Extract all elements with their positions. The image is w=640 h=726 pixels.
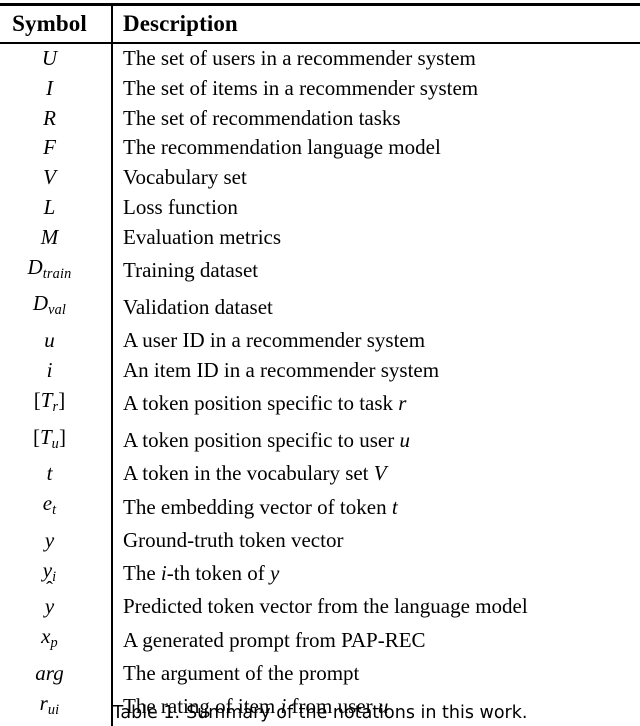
column-header-description: Description bbox=[111, 6, 640, 42]
table-row: M Evaluation metrics bbox=[0, 222, 640, 253]
cell-symbol: et bbox=[42, 491, 57, 519]
cell-description: The set of recommendation tasks bbox=[111, 103, 640, 134]
cell-description: Training dataset bbox=[111, 252, 640, 290]
table-row: V Vocabulary set bbox=[0, 163, 640, 193]
cell-description: A generated prompt from PAP-REC bbox=[111, 622, 640, 660]
cell-description: Loss function bbox=[111, 192, 640, 223]
table-caption: Table 1. Summary of the notations in this… bbox=[0, 700, 640, 726]
symbol-description-body: U The set of users in a recommender syste… bbox=[0, 44, 640, 726]
table-header-row: Symbol Description bbox=[0, 6, 640, 42]
cell-description: A user ID in a recommender system bbox=[111, 326, 640, 356]
cell-description: The embedding vector of token t bbox=[111, 489, 640, 526]
table-figure: Symbol Description U The set of users in … bbox=[0, 0, 640, 726]
cell-symbol: Dval bbox=[32, 291, 67, 319]
caption-label: Table 1. bbox=[112, 703, 181, 723]
cell-symbol: L bbox=[43, 194, 56, 219]
cell-description: The recommendation language model bbox=[111, 133, 640, 164]
table-row: Dval Validation dataset bbox=[0, 289, 640, 327]
table-row: U The set of users in a recommender syste… bbox=[0, 44, 640, 74]
symbol-description-table: Symbol Description bbox=[0, 6, 640, 42]
cell-description: Vocabulary set bbox=[111, 163, 640, 193]
cell-symbol: R bbox=[43, 105, 56, 130]
cell-symbol: yi bbox=[42, 557, 57, 585]
cell-description: The set of items in a recommender system bbox=[111, 73, 640, 104]
table-row: u A user ID in a recommender system bbox=[0, 326, 640, 356]
cell-symbol: y bbox=[44, 527, 55, 552]
table-row: Dtrain Training dataset bbox=[0, 252, 640, 290]
table-row: xp A generated prompt from PAP-REC bbox=[0, 622, 640, 660]
cell-symbol: [Tu] bbox=[32, 424, 67, 452]
cell-symbol: U bbox=[41, 46, 58, 70]
table-row: y Ground-truth token vector bbox=[0, 525, 640, 556]
cell-symbol: t bbox=[46, 461, 53, 486]
cell-description: The i-th token of y bbox=[111, 555, 640, 593]
table-row: arg The argument of the prompt bbox=[0, 659, 640, 689]
cell-symbol: i bbox=[46, 357, 53, 382]
cell-symbol: M bbox=[40, 224, 59, 249]
cell-symbol: F bbox=[43, 135, 56, 160]
table-row: R The set of recommendation tasks bbox=[0, 103, 640, 134]
cell-description: Validation dataset bbox=[111, 289, 640, 327]
cell-description: A token position specific to task r bbox=[111, 385, 640, 423]
cell-description: Predicted token vector from the language… bbox=[111, 592, 640, 623]
cell-symbol: [Tr] bbox=[33, 387, 66, 415]
cell-symbol: V bbox=[43, 165, 56, 190]
table-row: I The set of items in a recommender syste… bbox=[0, 73, 640, 104]
cell-description: Evaluation metrics bbox=[111, 222, 640, 253]
cell-symbol: xp bbox=[41, 624, 58, 652]
table-row: i An item ID in a recommender system bbox=[0, 355, 640, 386]
caption-text: Summary of the notations in this work. bbox=[186, 703, 528, 723]
table-row: ̂y Predicted token vector from the langua… bbox=[0, 592, 640, 623]
table-row: [Tu] A token position specific to user u bbox=[0, 422, 640, 460]
table-row: F The recommendation language model bbox=[0, 133, 640, 164]
table-row: t A token in the vocabulary set V bbox=[0, 459, 640, 490]
cell-description: A token in the vocabulary set V bbox=[111, 459, 640, 490]
cell-symbol: I bbox=[46, 75, 53, 100]
cell-description: A token position specific to user u bbox=[111, 422, 640, 460]
notation-table: Symbol Description U The set of users in … bbox=[0, 0, 640, 726]
table-row: yi The i-th token of y bbox=[0, 555, 640, 593]
table-row: L Loss function bbox=[0, 192, 640, 223]
cell-symbol: u bbox=[44, 328, 55, 353]
cell-description: An item ID in a recommender system bbox=[111, 355, 640, 386]
table-row: [Tr] A token position specific to task r bbox=[0, 385, 640, 423]
column-header-symbol: Symbol bbox=[12, 11, 87, 36]
cell-description: The argument of the prompt bbox=[111, 659, 640, 689]
table-row: et The embedding vector of token t bbox=[0, 489, 640, 526]
cell-description: The set of users in a recommender system bbox=[111, 44, 640, 74]
cell-symbol: Dtrain bbox=[27, 254, 72, 282]
cell-description: Ground-truth token vector bbox=[111, 525, 640, 556]
cell-symbol: ̂y bbox=[44, 594, 55, 619]
cell-symbol: arg bbox=[35, 661, 64, 686]
